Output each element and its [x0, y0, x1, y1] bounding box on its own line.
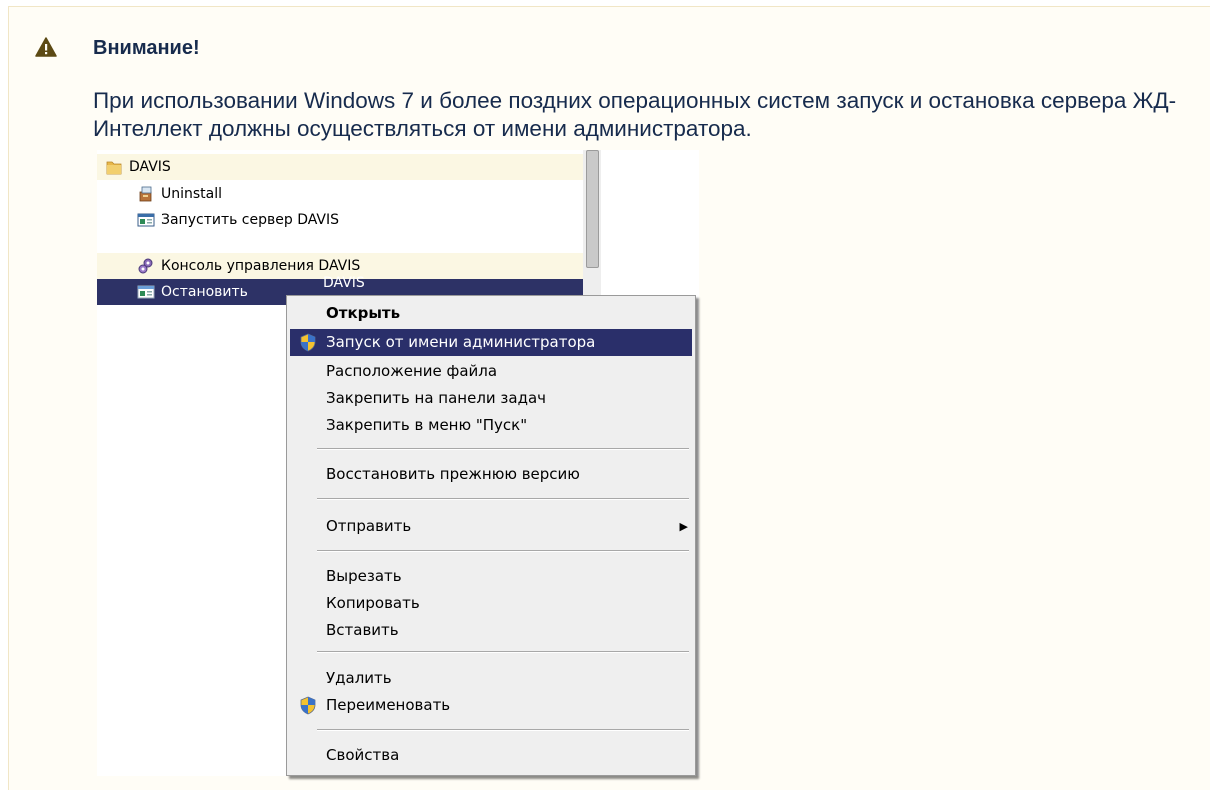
menu-separator	[317, 498, 689, 500]
tree-folder-label: DAVIS	[129, 159, 171, 175]
folder-icon	[106, 161, 122, 175]
uac-shield-icon	[300, 333, 316, 352]
menu-item-label: Переименовать	[326, 696, 451, 714]
menu-item-delete[interactable]: Удалить	[290, 665, 692, 692]
menu-item-label: Отправить	[326, 517, 412, 535]
menu-item-restore-version[interactable]: Восстановить прежнюю версию	[290, 461, 692, 488]
tree-folder-davis[interactable]: DAVIS	[97, 154, 583, 180]
menu-separator	[317, 550, 689, 552]
menu-item-copy[interactable]: Копировать	[290, 590, 692, 617]
menu-item-rename[interactable]: Переименовать	[290, 692, 692, 719]
menu-item-properties[interactable]: Свойства	[290, 742, 692, 769]
tree-item-label: Остановить	[161, 284, 248, 300]
tree-item-label: Uninstall	[161, 186, 223, 202]
app-window-icon	[137, 285, 155, 299]
submenu-arrow-icon: ▶	[679, 520, 688, 533]
warning-panel: Внимание! При использовании Windows 7 и …	[8, 6, 1210, 790]
tree-item-label: Запустить сервер DAVIS	[161, 212, 340, 228]
menu-item-label: Запуск от имени администратора	[326, 333, 596, 351]
menu-separator	[317, 448, 689, 450]
menu-item-cut[interactable]: Вырезать	[290, 563, 692, 590]
scrollbar-thumb[interactable]	[586, 150, 599, 268]
menu-item-paste[interactable]: Вставить	[290, 617, 692, 644]
menu-separator	[317, 729, 689, 731]
screenshot-start-menu: DAVIS Uninstall Запустить сервер DAVIS К…	[97, 150, 699, 776]
notice-text: При использовании Windows 7 и более позд…	[93, 88, 1177, 141]
warning-icon	[35, 37, 57, 57]
menu-item-pin-start[interactable]: Закрепить в меню "Пуск"	[290, 412, 692, 439]
app-window-icon	[137, 213, 155, 227]
context-menu: Открыть Запуск от имени администратора Р…	[286, 295, 696, 776]
tree-item-label-partial: DAVIS	[323, 275, 365, 291]
menu-separator	[317, 651, 689, 653]
tree-item-uninstall[interactable]: Uninstall	[97, 181, 583, 207]
notice-title: Внимание!	[93, 37, 200, 59]
menu-item-file-location[interactable]: Расположение файла	[290, 358, 692, 385]
menu-item-run-as-admin[interactable]: Запуск от имени администратора	[290, 329, 692, 356]
tree-item-start-server[interactable]: Запустить сервер DAVIS	[97, 207, 583, 233]
menu-item-open[interactable]: Открыть	[290, 300, 692, 327]
installer-icon	[139, 186, 152, 202]
gears-icon	[138, 258, 153, 274]
uac-shield-icon	[300, 696, 316, 715]
menu-item-pin-taskbar[interactable]: Закрепить на панели задач	[290, 385, 692, 412]
menu-item-send-to[interactable]: Отправить ▶	[290, 513, 692, 540]
